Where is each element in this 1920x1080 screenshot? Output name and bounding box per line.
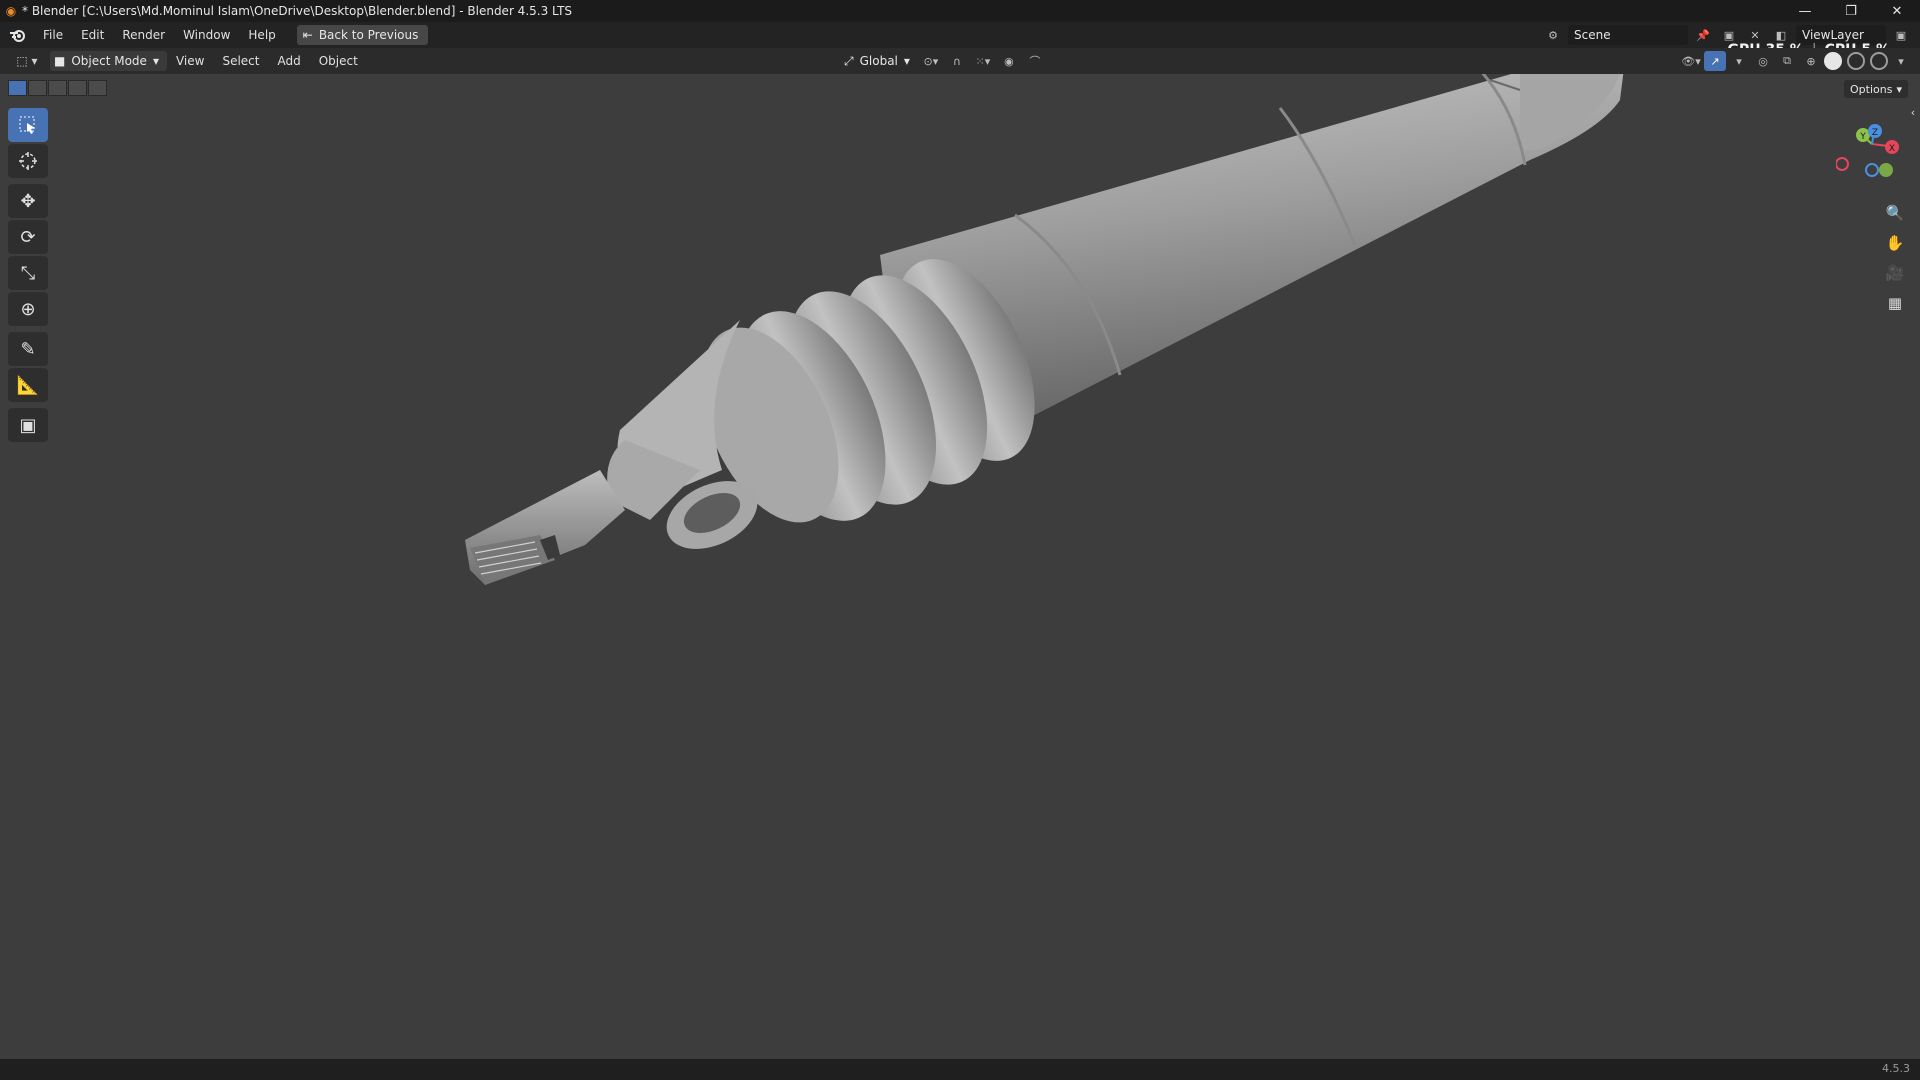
view-layer-name: ViewLayer	[1802, 28, 1864, 42]
svg-text:Z: Z	[1872, 128, 1878, 138]
window-title: * Blender [C:\Users\Md.Mominul Islam\One…	[22, 4, 573, 18]
gizmo-neg-z[interactable]	[1865, 163, 1879, 177]
chevron-down-icon: ▾	[1896, 82, 1902, 96]
menu-select[interactable]: Select	[213, 50, 268, 72]
transform-tool-icon[interactable]: ⊕	[8, 292, 48, 326]
menu-view[interactable]: View	[167, 50, 213, 72]
cursor-tool-icon[interactable]	[8, 144, 48, 178]
viewport-header: ⬚ ▾ ■ Object Mode ▾ View Select Add Obje…	[0, 48, 1920, 74]
viewport-display-tools: 👁▾ ↗ ▾ ◎ ⧉ ⊕ ▾	[1680, 50, 1912, 72]
close-button[interactable]: ✕	[1874, 0, 1920, 22]
svg-text:Y: Y	[1859, 132, 1866, 142]
navigation-gizmo[interactable]: Y Z X	[1836, 118, 1908, 190]
snap-icon[interactable]: ∩	[946, 51, 968, 71]
snap-target-icon[interactable]: ⁙▾	[972, 51, 994, 71]
status-bar: 4.5.3	[0, 1059, 1920, 1080]
gizmo-neg-x[interactable]	[1836, 157, 1849, 171]
wireframe-shading-icon[interactable]: ⊕	[1800, 51, 1822, 71]
select-invert-icon[interactable]	[68, 80, 87, 96]
orientation-label: Global	[859, 54, 898, 68]
solid-shading-icon[interactable]	[1824, 52, 1842, 70]
restore-button[interactable]: ❐	[1828, 0, 1874, 22]
material-shading-icon[interactable]	[1847, 52, 1865, 70]
pivot-icon[interactable]: ⊙▾	[920, 51, 942, 71]
options-label: Options	[1850, 82, 1893, 96]
overlays-icon[interactable]: ◎	[1752, 51, 1774, 71]
blender-logo-icon[interactable]	[0, 22, 34, 48]
measure-tool-icon[interactable]: 📐	[8, 368, 48, 402]
menu-edit[interactable]: Edit	[72, 24, 113, 46]
menu-window[interactable]: Window	[174, 24, 239, 46]
proportional-edit-icon[interactable]: ◉	[998, 51, 1020, 71]
gizmo-neg-y[interactable]	[1879, 163, 1893, 177]
menu-add[interactable]: Add	[268, 50, 309, 72]
menu-object[interactable]: Object	[310, 50, 367, 72]
pan-hand-icon[interactable]: ✋	[1880, 229, 1910, 257]
orientation-dropdown[interactable]: ⤢ Global ▾	[838, 54, 916, 69]
scene-name: Scene	[1574, 28, 1611, 42]
gizmo-dropdown-icon[interactable]: ▾	[1728, 51, 1750, 71]
scene-selector-icon[interactable]: ⚙	[1542, 25, 1564, 45]
collapse-sidebar-icon[interactable]: ‹	[1906, 98, 1920, 126]
3d-viewport[interactable]: Options ▾ Y Z X ‹ 🔍 ✋ 🎥 ▦	[0, 74, 1920, 1059]
shading-dropdown-icon[interactable]: ▾	[1890, 51, 1912, 71]
select-subtract-icon[interactable]	[48, 80, 67, 96]
window-controls: — ❐ ✕	[1782, 0, 1920, 22]
back-to-previous-button[interactable]: ⇤ Back to Previous	[296, 25, 429, 45]
chevron-down-icon: ▾	[903, 54, 910, 68]
menu-render[interactable]: Render	[113, 24, 174, 46]
perspective-toggle-icon[interactable]: ▦	[1880, 289, 1910, 317]
select-box-tool-icon[interactable]	[8, 108, 48, 142]
back-to-previous-label: Back to Previous	[318, 28, 419, 42]
menu-help[interactable]: Help	[239, 24, 284, 46]
options-dropdown[interactable]: Options ▾	[1844, 80, 1908, 98]
back-arrow-icon: ⇤	[302, 28, 313, 42]
camera-view-icon[interactable]: 🎥	[1880, 259, 1910, 287]
svg-text:X: X	[1889, 144, 1895, 154]
editor-type-icon[interactable]: ⬚ ▾	[4, 50, 50, 72]
mode-label: Object Mode	[71, 54, 147, 68]
select-intersect-icon[interactable]	[88, 80, 107, 96]
visibility-icon[interactable]: 👁▾	[1680, 51, 1702, 71]
falloff-icon[interactable]: ⌒	[1024, 51, 1046, 71]
window-titlebar: ◉ * Blender [C:\Users\Md.Mominul Islam\O…	[0, 0, 1920, 22]
object-mode-icon: ■	[54, 54, 66, 68]
scale-tool-icon[interactable]: ⤡	[8, 256, 48, 290]
select-new-icon[interactable]	[8, 80, 27, 96]
move-tool-icon[interactable]: ✥	[8, 184, 48, 218]
scene-field[interactable]: Scene	[1568, 25, 1688, 45]
new-view-layer-icon[interactable]: ▣	[1890, 25, 1912, 45]
chevron-down-icon: ▾	[152, 54, 159, 68]
orientation-icon: ⤢	[844, 53, 854, 68]
zoom-icon[interactable]: 🔍	[1880, 199, 1910, 227]
annotate-tool-icon[interactable]: ✎	[8, 332, 48, 366]
tattoo-machine-model[interactable]	[0, 74, 1920, 1059]
minimize-button[interactable]: —	[1782, 0, 1828, 22]
version-label: 4.5.3	[1882, 1062, 1910, 1075]
xray-icon[interactable]: ⧉	[1776, 51, 1798, 71]
mode-dropdown[interactable]: ■ Object Mode ▾	[50, 51, 167, 71]
menu-file[interactable]: File	[34, 24, 72, 46]
pin-icon[interactable]: 📌	[1692, 25, 1714, 45]
rendered-shading-icon[interactable]	[1870, 52, 1888, 70]
select-extend-icon[interactable]	[28, 80, 47, 96]
selection-mode-buttons	[8, 80, 107, 96]
rotate-tool-icon[interactable]: ⟳	[8, 220, 48, 254]
top-menubar: File Edit Render Window Help ⇤ Back to P…	[0, 22, 1920, 58]
add-cube-tool-icon[interactable]: ▣	[8, 408, 48, 442]
blender-app-icon: ◉	[5, 4, 17, 18]
tool-shelf: ✥ ⟳ ⤡ ⊕ ✎ 📐 ▣	[8, 108, 48, 444]
transform-tools: ⤢ Global ▾ ⊙▾ ∩ ⁙▾ ◉ ⌒	[838, 50, 1046, 72]
gizmo-toggle-icon[interactable]: ↗	[1704, 51, 1726, 71]
